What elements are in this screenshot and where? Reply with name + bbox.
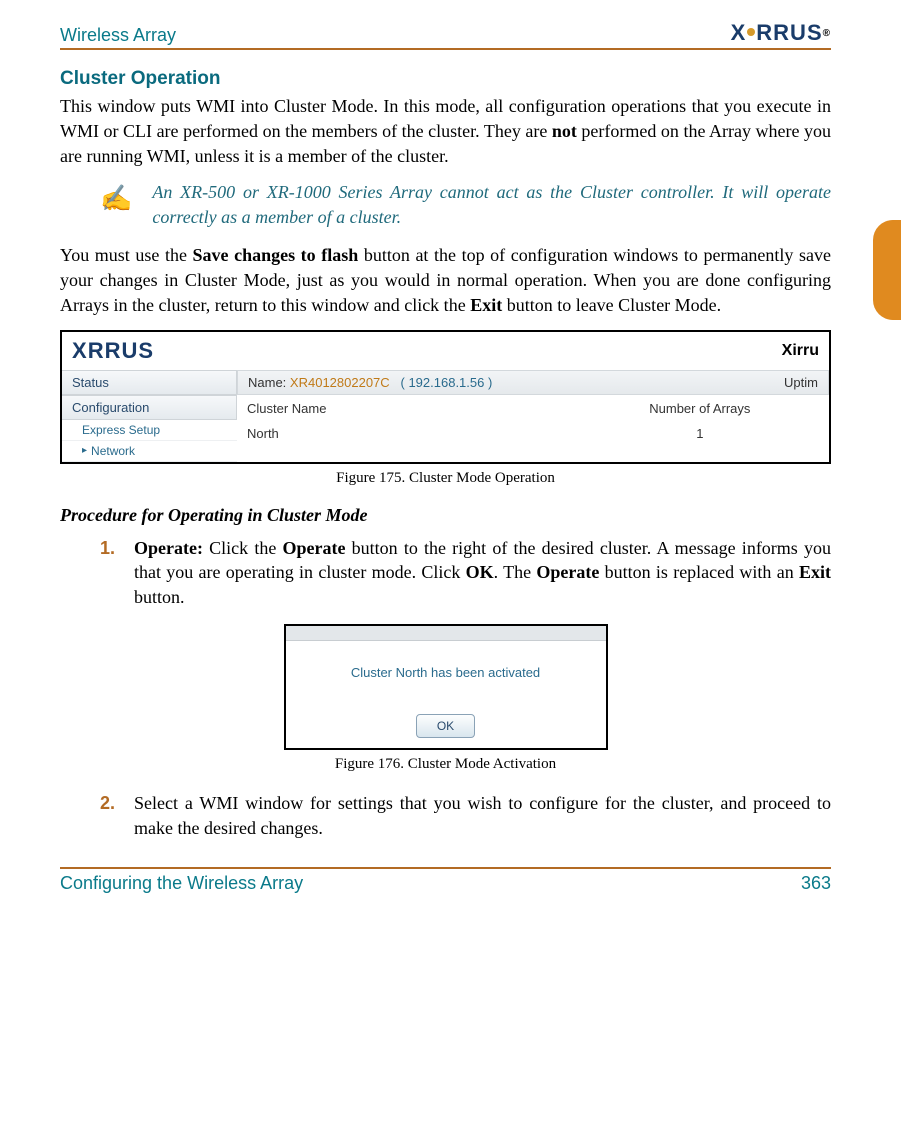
sidebar-item-status[interactable]: Status — [62, 370, 237, 395]
col-cluster-name: Cluster Name — [247, 401, 581, 416]
section-title: Cluster Operation — [60, 68, 831, 90]
sidebar-network-label: Network — [91, 444, 135, 458]
side-tab — [873, 220, 901, 320]
step-1: 1. Operate: Click the Operate button to … — [100, 536, 831, 610]
table-row: North 1 — [237, 422, 829, 445]
logo-x: X — [731, 20, 747, 46]
logo-dot-icon — [747, 28, 755, 36]
para1-bold: not — [552, 121, 577, 141]
cell-number-arrays: 1 — [581, 426, 819, 441]
step-2: 2. Select a WMI window for settings that… — [100, 791, 831, 841]
figure-176-dialog: Cluster North has been activated OK — [284, 624, 608, 750]
step-2-text: Select a WMI window for settings that yo… — [134, 791, 831, 841]
sidebar-item-configuration[interactable]: Configuration — [62, 395, 237, 420]
para2-bold1: Save changes to flash — [193, 245, 359, 265]
col-number-arrays: Number of Arrays — [581, 401, 819, 416]
device-ip: ( 192.168.1.56 ) — [401, 375, 493, 390]
xirrus-logo: X RRUS ® — [731, 20, 831, 46]
page-footer: Configuring the Wireless Array 363 — [60, 867, 831, 894]
table-header: Cluster Name Number of Arrays — [237, 395, 829, 422]
step1-t4: button is replaced with an — [599, 562, 799, 582]
header-title: Wireless Array — [60, 25, 176, 46]
cell-cluster-name: North — [247, 426, 581, 441]
step1-b1: Operate — [282, 538, 345, 558]
step1-lead: Operate: — [134, 538, 203, 558]
dialog-message: Cluster North has been activated — [286, 641, 606, 714]
caret-right-icon: ▸ — [82, 445, 87, 456]
ss-logo-x: X — [72, 338, 88, 364]
para2-c: button to leave Cluster Mode. — [502, 295, 721, 315]
figure-175-screenshot: X RRUS Xirru Status Configuration Expres… — [60, 330, 831, 464]
logo-reg: ® — [823, 28, 831, 39]
step1-b3: Operate — [536, 562, 599, 582]
sidebar-item-express-setup[interactable]: Express Setup — [62, 420, 237, 441]
step1-t3: . The — [494, 562, 537, 582]
sidebar-express-label: Express Setup — [82, 423, 160, 437]
paragraph-2: You must use the Save changes to flash b… — [60, 243, 831, 317]
step-2-number: 2. — [100, 791, 134, 841]
device-name: XR4012802207C — [290, 375, 390, 390]
para2-bold2: Exit — [470, 295, 502, 315]
figure-176-caption: Figure 176. Cluster Mode Activation — [60, 756, 831, 773]
step1-b4: Exit — [799, 562, 831, 582]
sidebar-item-network[interactable]: ▸ Network — [62, 441, 237, 462]
ss-right-label: Xirru — [782, 342, 819, 360]
step-1-number: 1. — [100, 536, 134, 610]
step1-t5: button. — [134, 587, 185, 607]
footer-page-number: 363 — [801, 873, 831, 894]
logo-rest: RRUS — [756, 20, 822, 46]
screenshot-logo: X RRUS — [72, 338, 154, 364]
step1-b2: OK — [466, 562, 494, 582]
name-bar: Name: XR4012802207C ( 192.168.1.56 ) Upt… — [237, 370, 829, 395]
dialog-titlebar — [286, 626, 606, 641]
ss-logo-rest: RRUS — [88, 338, 154, 364]
footer-left: Configuring the Wireless Array — [60, 873, 303, 894]
para2-a: You must use the — [60, 245, 193, 265]
note-text: An XR-500 or XR-1000 Series Array cannot… — [152, 180, 831, 229]
page-header: Wireless Array X RRUS ® — [60, 20, 831, 50]
step1-t1: Click the — [203, 538, 283, 558]
procedure-heading: Procedure for Operating in Cluster Mode — [60, 505, 831, 526]
figure-175-caption: Figure 175. Cluster Mode Operation — [60, 470, 831, 487]
name-label: Name: — [248, 375, 286, 390]
note-block: ✍ An XR-500 or XR-1000 Series Array cann… — [100, 180, 831, 229]
note-hand-icon: ✍ — [100, 184, 132, 214]
ok-button[interactable]: OK — [416, 714, 475, 738]
uptime-label: Uptim — [784, 375, 818, 390]
paragraph-1: This window puts WMI into Cluster Mode. … — [60, 94, 831, 168]
